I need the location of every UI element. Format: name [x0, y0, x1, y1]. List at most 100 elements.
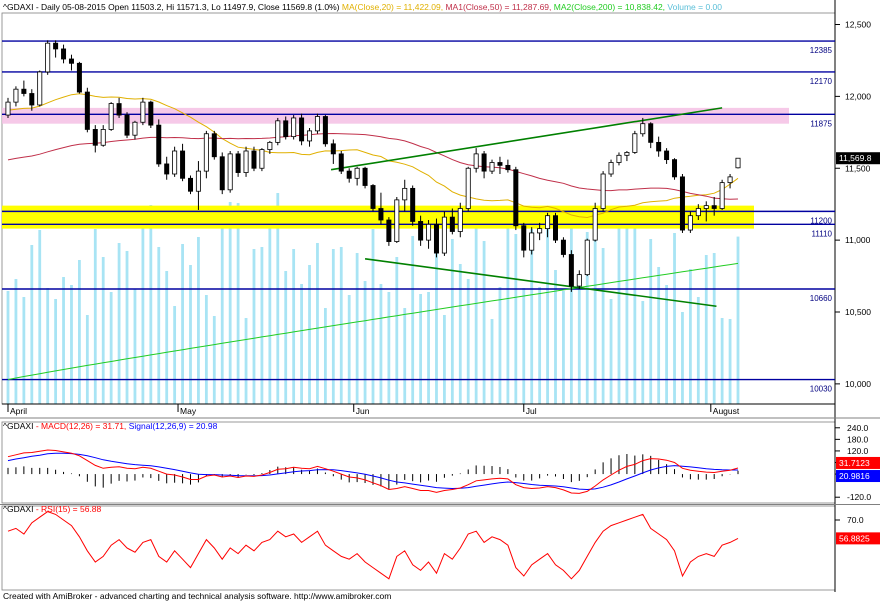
volume-bar — [419, 294, 423, 404]
volume-bar — [165, 271, 169, 404]
candle-body — [314, 116, 320, 132]
month-label: Jul — [526, 406, 537, 416]
candle-body — [68, 58, 74, 64]
volume-bar — [379, 284, 383, 404]
volume-bar — [474, 213, 478, 404]
candle-body — [441, 216, 447, 254]
candle[interactable] — [45, 40, 51, 75]
month-label: May — [180, 406, 197, 416]
candle[interactable] — [433, 218, 439, 258]
candle[interactable] — [76, 61, 82, 94]
candle[interactable] — [275, 117, 281, 146]
candle-body — [219, 156, 225, 191]
volume-bar — [339, 247, 343, 404]
candle-body — [410, 187, 416, 222]
candle-body — [632, 133, 638, 153]
volume-bar — [363, 281, 367, 404]
candle[interactable] — [243, 146, 249, 177]
candle[interactable] — [584, 238, 590, 277]
candle[interactable] — [259, 148, 265, 172]
main-header: ^GDAXI - Daily 05-08-2015 Open 11503.2, … — [3, 2, 722, 12]
month-label: Jun — [356, 406, 370, 416]
candle[interactable] — [172, 146, 178, 177]
candle[interactable] — [314, 113, 320, 134]
candle-body — [275, 120, 281, 143]
candle[interactable] — [465, 166, 471, 212]
candle-body — [624, 152, 630, 156]
header-ma20: MA(Close,20) = 11,422.09, — [342, 2, 443, 12]
candle[interactable] — [203, 130, 209, 179]
volume-bar — [577, 277, 581, 404]
candle[interactable] — [672, 158, 678, 180]
candle-body — [346, 170, 352, 179]
candle[interactable] — [338, 151, 344, 174]
candle[interactable] — [735, 157, 741, 169]
volume-bar — [22, 297, 26, 404]
candle[interactable] — [219, 152, 225, 195]
candle-body — [211, 133, 217, 158]
candle[interactable] — [227, 151, 233, 193]
candle[interactable] — [513, 166, 519, 231]
candle-body — [592, 208, 598, 241]
candle[interactable] — [187, 175, 193, 195]
candle[interactable] — [291, 115, 297, 140]
candle-body — [338, 153, 344, 172]
candle[interactable] — [84, 87, 90, 133]
volume-bar — [514, 234, 518, 404]
last-close-label: 11,569.8 — [839, 153, 872, 163]
candle[interactable] — [608, 159, 614, 177]
volume-bar — [601, 248, 605, 404]
volume-bar — [546, 225, 549, 404]
candle[interactable] — [441, 211, 447, 256]
price-tick-label: 12,000 — [845, 91, 871, 101]
candle[interactable] — [386, 217, 392, 246]
candle[interactable] — [592, 202, 598, 242]
volume-bar — [490, 319, 494, 404]
volume-bar — [6, 291, 10, 404]
candle[interactable] — [362, 166, 368, 189]
macd-header-signal: Signal(12,26,9) = 20.98 — [129, 421, 218, 431]
price-chart-svg[interactable]: 12385121701187511200111101066010030 12,5… — [0, 0, 880, 603]
candle[interactable] — [322, 115, 328, 147]
candle[interactable] — [394, 197, 400, 243]
candle[interactable] — [560, 237, 566, 258]
price-tick-label: 11,000 — [845, 235, 871, 245]
volume-bar — [458, 264, 462, 404]
candle-body — [553, 215, 559, 241]
volume-bar — [14, 279, 18, 404]
volume-bar — [212, 316, 216, 404]
candle-body — [711, 205, 717, 209]
candle[interactable] — [679, 174, 685, 233]
volume-bar — [554, 270, 557, 404]
candle-body — [473, 153, 479, 169]
volume-bar — [657, 267, 661, 404]
candle[interactable] — [719, 179, 725, 210]
volume-bar — [54, 299, 58, 404]
candle[interactable] — [568, 250, 574, 292]
candle[interactable] — [37, 70, 43, 107]
candle-body — [53, 42, 59, 50]
volume-bar — [704, 255, 708, 404]
candle[interactable] — [370, 184, 376, 212]
candle[interactable] — [410, 185, 416, 226]
candle[interactable] — [632, 130, 638, 154]
candle[interactable] — [148, 100, 154, 128]
volume-bar — [292, 249, 296, 404]
macd-value-tag-label: 31.7123 — [839, 458, 870, 468]
price-tick-label: 10,000 — [845, 379, 871, 389]
volume-bar — [284, 271, 288, 404]
volume-bar — [681, 312, 684, 404]
candle-body — [140, 101, 146, 123]
candle-body — [616, 154, 622, 163]
candle[interactable] — [211, 130, 217, 160]
candle-body — [307, 130, 313, 142]
candle[interactable] — [140, 97, 146, 126]
candle[interactable] — [156, 119, 162, 167]
candle-body — [489, 162, 495, 172]
candle[interactable] — [108, 102, 114, 131]
candle[interactable] — [124, 112, 130, 139]
candle-body — [362, 167, 368, 186]
candle[interactable] — [299, 113, 305, 146]
candle[interactable] — [600, 171, 606, 212]
candle[interactable] — [553, 212, 559, 243]
